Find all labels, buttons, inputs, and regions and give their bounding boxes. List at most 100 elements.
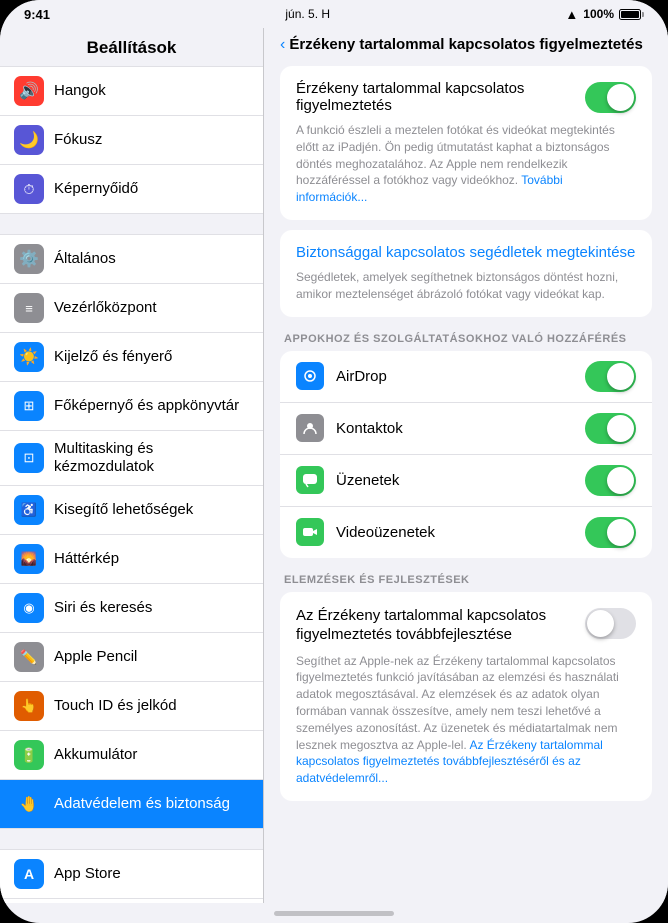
sidebar-item-hatterkep[interactable]: 🌄 Háttérkép — [0, 535, 263, 584]
analytics-description: Segíthet az Apple-nek az Érzékeny tartal… — [296, 653, 636, 787]
sidebar-item-akkumulator[interactable]: 🔋 Akkumulátor — [0, 731, 263, 780]
analytics-header: ELEMZÉSEK ÉS FEJLESZTÉSEK — [280, 574, 652, 592]
content-body: Érzékeny tartalommal kapcsolatos figyelm… — [264, 58, 668, 831]
analytics-label: Az Érzékeny tartalommal kapcsolatos figy… — [296, 606, 585, 645]
access-item-contacts: Kontaktok — [280, 403, 652, 455]
hangok-icon: 🔊 — [14, 76, 44, 106]
kijelzo-label: Kijelző és fényerő — [54, 348, 172, 366]
sidebar-item-appstore[interactable]: A App Store — [0, 849, 263, 899]
pencil-label: Apple Pencil — [54, 648, 137, 666]
status-time: 9:41 — [24, 7, 50, 22]
main-toggle-label: Érzékeny tartalommal kapcsolatos figyelm… — [296, 80, 585, 114]
adatvedelm-label: Adatvédelem és biztonság — [54, 795, 230, 813]
detail-title: Érzékeny tartalommal kapcsolatos figyelm… — [289, 36, 652, 54]
device-frame: 9:41 jún. 5. H ▲ 100% Beállítások 🔊 Hang… — [0, 0, 668, 923]
contacts-knob — [607, 415, 634, 442]
status-bar: 9:41 jún. 5. H ▲ 100% — [0, 0, 668, 28]
multitasking-label: Multitasking és kézmozdulatok — [54, 440, 249, 476]
fokusz-label: Fókusz — [54, 131, 102, 149]
main-toggle-switch[interactable] — [585, 82, 636, 113]
sidebar-group-3: A App Store ▤ Tárca — [0, 849, 263, 903]
sidebar-group-1: 🔊 Hangok 🌙 Fókusz ⏱ Képernyőidő — [0, 66, 263, 214]
sidebar-list: 🔊 Hangok 🌙 Fókusz ⏱ Képernyőidő — [0, 66, 263, 903]
fokepernyő-label: Főképernyő és appkönyvtár — [54, 397, 239, 415]
messages-label: Üzenetek — [336, 472, 585, 489]
battery-icon — [619, 9, 644, 20]
sidebar-item-hangok[interactable]: 🔊 Hangok — [0, 66, 263, 116]
sidebar-item-siri[interactable]: ◉ Siri és keresés — [0, 584, 263, 633]
safety-link[interactable]: Biztonsággal kapcsolatos segédletek megt… — [296, 244, 636, 261]
sidebar-item-kisegito[interactable]: ♿ Kisegítő lehetőségek — [0, 486, 263, 535]
siri-label: Siri és keresés — [54, 599, 152, 617]
messages-toggle[interactable] — [585, 465, 636, 496]
airdrop-knob — [607, 363, 634, 390]
appstore-label: App Store — [54, 865, 121, 883]
videouzenetek-label: Videoüzenetek — [336, 524, 585, 541]
multitasking-icon: ⊡ — [14, 443, 44, 473]
spacer-2 — [0, 829, 263, 849]
pencil-icon: ✏️ — [14, 642, 44, 672]
status-icons: ▲ 100% — [565, 7, 644, 22]
contacts-icon — [296, 414, 324, 442]
altalanos-icon: ⚙️ — [14, 244, 44, 274]
contacts-toggle[interactable] — [585, 413, 636, 444]
touchid-label: Touch ID és jelkód — [54, 697, 177, 715]
videouzenetek-icon — [296, 518, 324, 546]
more-info-link[interactable]: További információk... — [296, 173, 563, 204]
safety-description: Segédletek, amelyek segíthetnek biztonsá… — [296, 269, 636, 303]
akkumulator-icon: 🔋 — [14, 740, 44, 770]
sidebar-item-altalanos[interactable]: ⚙️ Általános — [0, 234, 263, 284]
home-bar — [274, 911, 394, 916]
hangok-label: Hangok — [54, 82, 106, 100]
access-item-messages: Üzenetek — [280, 455, 652, 507]
hatterkep-icon: 🌄 — [14, 544, 44, 574]
airdrop-label: AirDrop — [336, 368, 585, 385]
kisegito-icon: ♿ — [14, 495, 44, 525]
sidebar-item-fokusz[interactable]: 🌙 Fókusz — [0, 116, 263, 165]
messages-icon — [296, 466, 324, 494]
kisegito-label: Kisegítő lehetőségek — [54, 501, 193, 519]
back-button[interactable]: ‹ — [280, 36, 285, 54]
sidebar-item-kepernyo[interactable]: ⏱ Képernyőidő — [0, 165, 263, 214]
access-item-videouzenetek: Videoüzenetek — [280, 507, 652, 558]
videouzenetek-toggle[interactable] — [585, 517, 636, 548]
akkumulator-label: Akkumulátor — [54, 746, 137, 764]
messages-knob — [607, 467, 634, 494]
sidebar-item-vezerlo[interactable]: ≡ Vezérlőközpont — [0, 284, 263, 333]
fokusz-icon: 🌙 — [14, 125, 44, 155]
vezerlo-icon: ≡ — [14, 293, 44, 323]
adatvedelm-icon: 🤚 — [14, 789, 44, 819]
hatterkep-label: Háttérkép — [54, 550, 119, 568]
status-date: jún. 5. H — [285, 7, 330, 21]
safety-link-card: Biztonsággal kapcsolatos segédletek megt… — [280, 230, 652, 317]
kepernyo-label: Képernyőidő — [54, 180, 138, 198]
analytics-section: ELEMZÉSEK ÉS FEJLESZTÉSEK Az Érzékeny ta… — [280, 574, 652, 801]
access-list-card: AirDrop Kontaktok — [280, 351, 652, 558]
analytics-toggle[interactable] — [585, 608, 636, 639]
detail-content: ‹ Érzékeny tartalommal kapcsolatos figye… — [264, 28, 668, 903]
sidebar-item-adatvedelm[interactable]: 🤚 Adatvédelem és biztonság — [0, 780, 263, 829]
access-section-header: APPOKHOZ ÉS SZOLGÁLTATÁSOKHOZ VALÓ HOZZÁ… — [280, 333, 652, 351]
main-toggle-row: Érzékeny tartalommal kapcsolatos figyelm… — [296, 80, 636, 114]
home-indicator — [0, 903, 668, 923]
sidebar-item-multitasking[interactable]: ⊡ Multitasking és kézmozdulatok — [0, 431, 263, 486]
touchid-icon: 👆 — [14, 691, 44, 721]
fokepernyő-icon: ⊞ — [14, 391, 44, 421]
analytics-link[interactable]: Az Érzékeny tartalommal kapcsolatos figy… — [296, 738, 603, 786]
sidebar-item-fokepernyő[interactable]: ⊞ Főképernyő és appkönyvtár — [0, 382, 263, 431]
spacer-1 — [0, 214, 263, 234]
sidebar-item-kijelzo[interactable]: ☀️ Kijelző és fényerő — [0, 333, 263, 382]
battery-label: 100% — [583, 7, 614, 21]
analytics-knob — [587, 610, 614, 637]
airdrop-toggle[interactable] — [585, 361, 636, 392]
nav-bar: ‹ Érzékeny tartalommal kapcsolatos figye… — [264, 28, 668, 58]
main-toggle-description: A funkció észleli a meztelen fotókat és … — [296, 122, 636, 206]
videouzenetek-knob — [607, 519, 634, 546]
sidebar-item-pencil[interactable]: ✏️ Apple Pencil — [0, 633, 263, 682]
sidebar-title: Beállítások — [0, 28, 263, 66]
airdrop-icon — [296, 362, 324, 390]
main-toggle-knob — [607, 84, 634, 111]
kepernyo-icon: ⏱ — [14, 174, 44, 204]
wifi-icon: ▲ — [565, 7, 578, 22]
sidebar-item-touchid[interactable]: 👆 Touch ID és jelkód — [0, 682, 263, 731]
